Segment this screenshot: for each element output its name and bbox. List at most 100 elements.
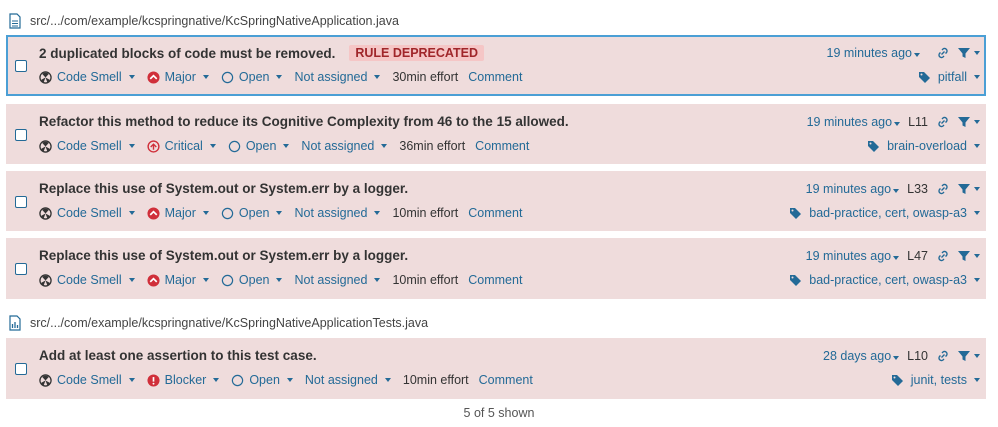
permalink-icon[interactable] bbox=[936, 115, 950, 129]
tag-icon bbox=[868, 140, 880, 152]
issue-line[interactable]: L47 bbox=[907, 249, 928, 263]
issue-line[interactable]: L10 bbox=[907, 349, 928, 363]
filter-button[interactable] bbox=[958, 183, 980, 195]
issue-line[interactable]: L11 bbox=[908, 115, 928, 129]
status-dropdown[interactable]: Open bbox=[221, 206, 283, 220]
issue-checkbox[interactable] bbox=[15, 60, 27, 72]
age-dropdown[interactable]: 19 minutes ago bbox=[806, 115, 901, 129]
chevron-down-icon bbox=[974, 211, 980, 215]
file-icon bbox=[8, 13, 22, 29]
code-smell-icon bbox=[39, 70, 52, 84]
permalink-icon[interactable] bbox=[936, 46, 950, 60]
code-smell-icon bbox=[39, 206, 52, 220]
shown-count: 5 of 5 shown bbox=[463, 406, 535, 420]
tags-dropdown[interactable]: bad-practice, cert, owasp-a3 bbox=[789, 206, 980, 220]
chevron-down-icon bbox=[893, 189, 900, 193]
age-dropdown[interactable]: 19 minutes ago bbox=[827, 46, 920, 60]
file-path[interactable]: src/.../com/example/kcspringnative/KcSpr… bbox=[30, 14, 399, 28]
comment-link[interactable]: Comment bbox=[479, 373, 533, 387]
issue-tags: bad-practice, cert, owasp-a3 bbox=[809, 206, 967, 220]
age-dropdown[interactable]: 28 days ago bbox=[823, 349, 900, 363]
issue-item[interactable]: 2 duplicated blocks of code must be remo… bbox=[6, 35, 986, 96]
status-dropdown[interactable]: Open bbox=[228, 139, 290, 153]
assignee-dropdown[interactable]: Not assigned bbox=[294, 70, 381, 84]
issue-item[interactable]: Replace this use of System.out or System… bbox=[6, 171, 986, 231]
issue-message[interactable]: Replace this use of System.out or System… bbox=[39, 181, 408, 196]
issue-item[interactable]: Refactor this method to reduce its Cogni… bbox=[6, 104, 986, 164]
tags-dropdown[interactable]: junit, tests bbox=[891, 373, 980, 387]
tags-dropdown[interactable]: bad-practice, cert, owasp-a3 bbox=[789, 273, 980, 287]
filter-icon bbox=[958, 117, 970, 127]
severity-dropdown[interactable]: Major bbox=[147, 70, 209, 84]
issue-assignee: Not assigned bbox=[294, 206, 368, 220]
severity-dropdown[interactable]: Critical bbox=[147, 139, 216, 153]
status-dropdown[interactable]: Open bbox=[221, 70, 283, 84]
issue-age: 28 days ago bbox=[823, 349, 892, 363]
age-dropdown[interactable]: 19 minutes ago bbox=[805, 182, 900, 196]
issue-message[interactable]: 2 duplicated blocks of code must be remo… bbox=[39, 46, 335, 61]
severity-dropdown[interactable]: Major bbox=[147, 273, 209, 287]
type-dropdown[interactable]: Code Smell bbox=[39, 70, 135, 84]
assignee-dropdown[interactable]: Not assigned bbox=[305, 373, 391, 387]
comment-link[interactable]: Comment bbox=[475, 139, 529, 153]
comment-link[interactable]: Comment bbox=[468, 273, 522, 287]
file-path[interactable]: src/.../com/example/kcspringnative/KcSpr… bbox=[30, 316, 428, 330]
status-open-icon bbox=[221, 71, 234, 83]
filter-button[interactable] bbox=[958, 116, 980, 128]
issue-message[interactable]: Add at least one assertion to this test … bbox=[39, 348, 317, 363]
chevron-down-icon bbox=[384, 378, 391, 382]
comment-link[interactable]: Comment bbox=[468, 206, 522, 220]
issue-age: 19 minutes ago bbox=[805, 182, 892, 196]
tags-dropdown[interactable]: pitfall bbox=[918, 70, 980, 84]
issue-checkbox[interactable] bbox=[15, 129, 27, 141]
issue-item[interactable]: Add at least one assertion to this test … bbox=[6, 338, 986, 399]
issue-checkbox[interactable] bbox=[15, 263, 27, 275]
type-dropdown[interactable]: Code Smell bbox=[39, 139, 135, 153]
issue-line[interactable]: L33 bbox=[907, 182, 928, 196]
permalink-icon[interactable] bbox=[936, 249, 950, 263]
severity-major-icon bbox=[147, 206, 160, 220]
filter-icon bbox=[958, 184, 970, 194]
filter-button[interactable] bbox=[958, 350, 980, 362]
severity-major-icon bbox=[147, 70, 160, 84]
tags-dropdown[interactable]: brain-overload bbox=[867, 139, 980, 153]
chevron-down-icon bbox=[374, 75, 381, 79]
assignee-dropdown[interactable]: Not assigned bbox=[301, 139, 388, 153]
file-header: src/.../com/example/kcspringnative/KcSpr… bbox=[8, 313, 428, 333]
chevron-down-icon bbox=[974, 120, 980, 124]
issue-age: 19 minutes ago bbox=[806, 115, 893, 129]
chevron-down-icon bbox=[128, 278, 135, 282]
issue-right-top: 19 minutes ago L11 bbox=[807, 115, 980, 129]
chevron-down-icon bbox=[374, 278, 381, 282]
filter-button[interactable] bbox=[958, 250, 980, 262]
issue-message-row: Replace this use of System.out or System… bbox=[39, 181, 408, 196]
assignee-dropdown[interactable]: Not assigned bbox=[294, 206, 381, 220]
status-open-icon bbox=[221, 207, 234, 219]
issue-right-top: 19 minutes ago bbox=[827, 46, 980, 60]
assignee-dropdown[interactable]: Not assigned bbox=[294, 273, 381, 287]
permalink-icon[interactable] bbox=[936, 349, 950, 363]
issue-message[interactable]: Refactor this method to reduce its Cogni… bbox=[39, 114, 569, 129]
permalink-icon[interactable] bbox=[936, 182, 950, 196]
type-dropdown[interactable]: Code Smell bbox=[39, 273, 135, 287]
chevron-down-icon bbox=[283, 144, 290, 148]
issue-item[interactable]: Replace this use of System.out or System… bbox=[6, 238, 986, 299]
status-dropdown[interactable]: Open bbox=[221, 273, 283, 287]
type-dropdown[interactable]: Code Smell bbox=[39, 373, 135, 387]
filter-button[interactable] bbox=[958, 47, 980, 59]
severity-dropdown[interactable]: Blocker bbox=[147, 373, 220, 387]
status-dropdown[interactable]: Open bbox=[231, 373, 293, 387]
issue-severity: Blocker bbox=[164, 373, 207, 387]
severity-dropdown[interactable]: Major bbox=[147, 206, 209, 220]
issue-checkbox[interactable] bbox=[15, 196, 27, 208]
issue-checkbox[interactable] bbox=[15, 363, 27, 375]
file-header: src/.../com/example/kcspringnative/KcSpr… bbox=[8, 11, 399, 31]
issue-message[interactable]: Replace this use of System.out or System… bbox=[39, 248, 408, 263]
issue-assignee: Not assigned bbox=[294, 70, 368, 84]
filter-icon bbox=[958, 351, 970, 361]
type-dropdown[interactable]: Code Smell bbox=[39, 206, 135, 220]
comment-link[interactable]: Comment bbox=[468, 70, 522, 84]
chevron-down-icon bbox=[128, 211, 135, 215]
age-dropdown[interactable]: 19 minutes ago bbox=[806, 249, 900, 263]
issue-status: Open bbox=[238, 70, 270, 84]
